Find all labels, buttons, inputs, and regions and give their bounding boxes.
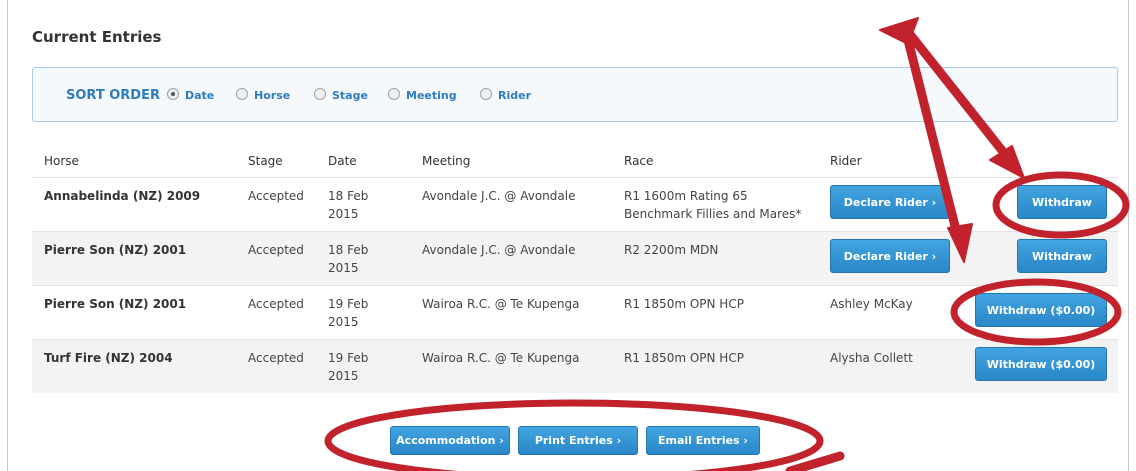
header-stage: Stage [248,154,283,168]
withdraw-button[interactable]: Withdraw [1017,185,1107,219]
meeting-cell: Wairoa R.C. @ Te Kupenga [422,351,580,365]
race-cell: R1 1850m OPN HCP [624,297,744,311]
sort-option-label: Horse [254,89,291,102]
radio-meeting[interactable] [388,88,400,100]
date-cell: 18 Feb 2015 [328,241,368,277]
radio-horse[interactable] [236,88,248,100]
rider-cell: Ashley McKay [830,297,913,311]
stage-cell: Accepted [248,243,304,257]
accommodation-button[interactable]: Accommodation › [390,426,510,455]
sort-option-label: Date [185,89,215,102]
rider-cell: Alysha Collett [830,351,913,365]
race-cell: R1 1850m OPN HCP [624,351,744,365]
sort-option-label: Rider [498,89,531,102]
horse-name: Pierre Son (NZ) 2001 [44,297,187,311]
header-meeting: Meeting [422,154,471,168]
date-cell: 18 Feb 2015 [328,187,368,223]
meeting-cell: Wairoa R.C. @ Te Kupenga [422,297,580,311]
stage-cell: Accepted [248,351,304,365]
meeting-cell: Avondale J.C. @ Avondale [422,243,576,257]
stage-cell: Accepted [248,297,304,311]
header-horse: Horse [44,154,79,168]
meeting-cell: Avondale J.C. @ Avondale [422,189,576,203]
date-line: 18 Feb [328,189,369,203]
print-entries-button[interactable]: Print Entries › [518,426,638,455]
sort-option-label: Meeting [406,89,457,102]
declare-rider-button[interactable]: Declare Rider › [830,185,950,219]
declare-rider-button[interactable]: Declare Rider › [830,239,950,273]
radio-stage[interactable] [314,88,326,100]
sort-order-label: SORT ORDER [66,88,160,103]
header-date: Date [328,154,357,168]
page-title: Current Entries [32,28,162,46]
radio-rider[interactable] [480,88,492,100]
date-line: 2015 [328,369,359,383]
date-cell: 19 Feb 2015 [328,295,368,331]
email-entries-button[interactable]: Email Entries › [646,426,760,455]
table-row: Pierre Son (NZ) 2001 Accepted 18 Feb 201… [32,231,1118,285]
race-cell: R1 1600m Rating 65 Benchmark Fillies and… [624,187,801,223]
sort-option-label: Stage [332,89,368,102]
date-line: 2015 [328,315,359,329]
stage-cell: Accepted [248,189,304,203]
table-row: Pierre Son (NZ) 2001 Accepted 19 Feb 201… [32,285,1118,339]
horse-name: Pierre Son (NZ) 2001 [44,243,187,257]
horse-name: Annabelinda (NZ) 2009 [44,189,201,203]
date-line: 19 Feb [328,351,369,365]
date-cell: 19 Feb 2015 [328,349,368,385]
withdraw-fee-button[interactable]: Withdraw ($0.00) [975,293,1107,327]
table-row: Turf Fire (NZ) 2004 Accepted 19 Feb 2015… [32,339,1118,393]
table-row: Annabelinda (NZ) 2009 Accepted 18 Feb 20… [32,177,1118,231]
race-line: Benchmark Fillies and Mares* [624,207,802,221]
date-line: 18 Feb [328,243,369,257]
header-race: Race [624,154,654,168]
radio-date[interactable] [167,88,179,100]
date-line: 2015 [328,261,359,275]
race-cell: R2 2200m MDN [624,243,719,257]
race-line: R1 1600m Rating 65 [624,189,748,203]
withdraw-fee-button[interactable]: Withdraw ($0.00) [975,347,1107,381]
sort-order-panel: SORT ORDER Date Horse Stage Meeting Ride… [32,67,1118,122]
horse-name: Turf Fire (NZ) 2004 [44,351,173,365]
header-rider: Rider [830,154,862,168]
date-line: 2015 [328,207,359,221]
date-line: 19 Feb [328,297,369,311]
withdraw-button[interactable]: Withdraw [1017,239,1107,273]
